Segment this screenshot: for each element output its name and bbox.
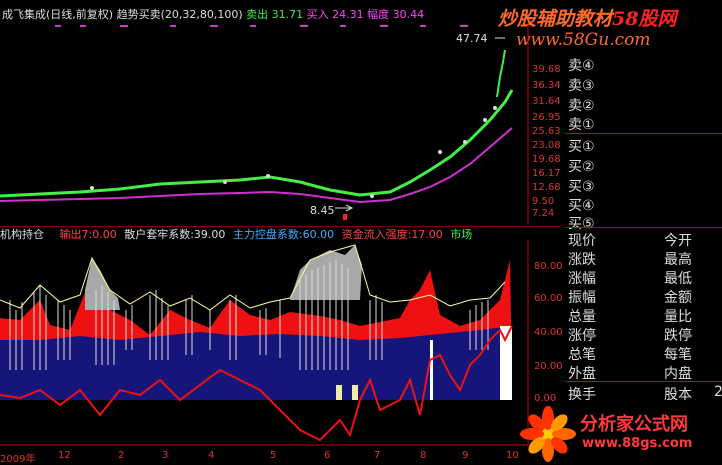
quote-label: 量比	[664, 309, 692, 325]
quote-label: 内盘	[664, 366, 692, 382]
order-book-level[interactable]: 卖①	[568, 114, 595, 134]
sell-label: 卖出	[246, 8, 269, 21]
sell-value: 31.71	[271, 8, 304, 21]
range-label: 幅度	[367, 8, 390, 21]
footer-fields: 换手 股本 2	[566, 384, 722, 403]
order-book-level[interactable]: 买②	[568, 156, 595, 176]
stock-title: 成飞集成(日线,前复权)	[2, 8, 114, 21]
quote-divider	[566, 227, 722, 228]
signal-dashes	[55, 25, 468, 27]
price-chart[interactable]	[0, 22, 560, 225]
equity-value: 2	[714, 384, 722, 400]
buy-value: 24.31	[332, 8, 364, 21]
chart-header: 成飞集成(日线,前复权) 趋势买卖(20,32,80,100) 卖出 31.71…	[2, 8, 424, 21]
order-book: 卖④ 卖③ 卖② 卖① 买① 买② 买③ 买④ 买⑤	[566, 55, 722, 232]
green-trend-line	[0, 89, 514, 198]
quote-label: 涨幅	[568, 271, 596, 287]
quote-label: 跌停	[664, 328, 692, 344]
quote-label: 振幅	[568, 290, 596, 306]
pane-divider	[0, 226, 560, 227]
quote-label: 现价	[568, 233, 596, 249]
quote-label: 最低	[664, 271, 692, 287]
footer-divider	[566, 381, 722, 382]
buy-label: 买入	[306, 8, 329, 21]
quote-label: 涨跌	[568, 252, 596, 268]
site-logo: 分析家公式网 www.88gs.com	[520, 402, 720, 464]
order-book-level[interactable]: 买①	[568, 136, 595, 156]
order-book-level[interactable]: 卖②	[568, 95, 595, 115]
date-axis: 2009年 12 2 3 4 5 6 7 8 9 10	[0, 450, 519, 465]
quote-panel: 现价 今开 涨跌 最高 涨幅 最低 振幅 金额 总量 量比 涨停 跌停 总笔 每…	[566, 230, 722, 382]
flower-logo-icon	[520, 406, 576, 462]
low-price-marker: 8.45	[310, 204, 335, 217]
quote-label: 今开	[664, 233, 692, 249]
range-value: 30.44	[392, 8, 425, 21]
quote-label: 外盘	[568, 366, 596, 382]
quote-label: 总笔	[568, 347, 596, 363]
high-price-marker: 47.74	[456, 32, 488, 45]
turnover-label: 换手	[568, 387, 596, 403]
order-book-level[interactable]: 买④	[568, 195, 595, 215]
institution-holding-chart[interactable]	[0, 240, 560, 446]
order-book-level[interactable]: 买③	[568, 176, 595, 196]
quote-label: 最高	[664, 252, 692, 268]
equity-label: 股本	[664, 387, 692, 403]
quote-label: 涨停	[568, 328, 596, 344]
indicator-name: 趋势买卖(20,32,80,100)	[116, 8, 243, 21]
order-book-level[interactable]: 卖④	[568, 55, 595, 75]
quote-label: 金额	[664, 290, 692, 306]
quote-label: 每笔	[664, 347, 692, 363]
order-book-level[interactable]: 卖③	[568, 75, 595, 95]
quote-label: 总量	[568, 309, 596, 325]
